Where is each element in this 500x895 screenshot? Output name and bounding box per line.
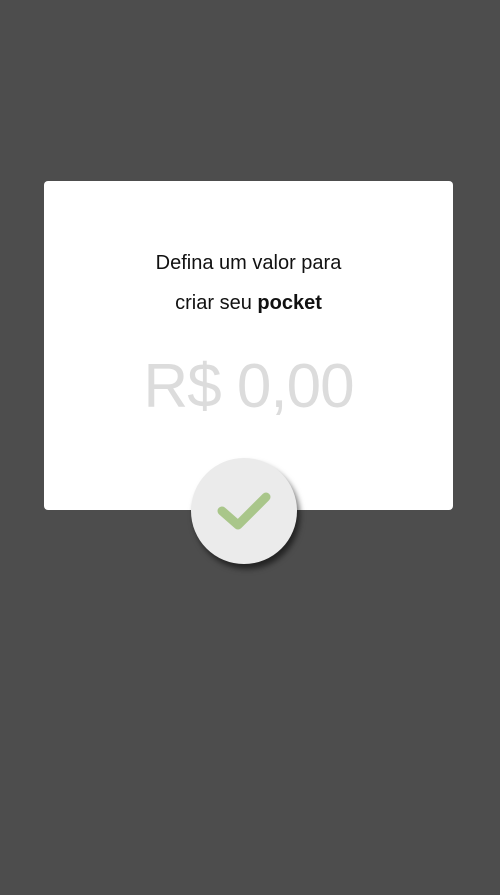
prompt-line-2: criar seu pocket xyxy=(44,283,453,323)
confirm-button[interactable] xyxy=(191,458,297,564)
pocket-keyword: pocket xyxy=(257,292,322,314)
prompt-line-2-text: criar seu xyxy=(175,292,258,314)
amount-input[interactable] xyxy=(44,347,453,427)
check-icon xyxy=(217,492,271,530)
modal-overlay: Defina um valor para criar seu pocket xyxy=(0,0,500,895)
prompt-line-1: Defina um valor para xyxy=(155,252,342,274)
dialog-prompt: Defina um valor para criar seu pocket xyxy=(44,243,453,323)
